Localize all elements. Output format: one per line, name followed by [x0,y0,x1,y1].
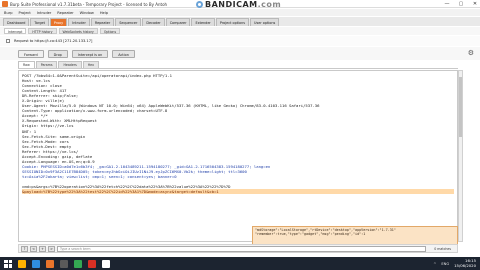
search-bar: ? < + > Type a search term 0 matches [18,244,458,253]
tab-extender[interactable]: Extender [191,18,215,26]
forward-button[interactable]: Forward [18,49,44,58]
proxy-tab-options[interactable]: Options [99,28,121,34]
intercept-action-bar: Forward Drop Intercept is on Action ⚙ [0,47,480,60]
tab-proxy[interactable]: Proxy [49,18,68,26]
gear-icon[interactable]: ⚙ [468,49,474,57]
editor-tab-hex[interactable]: Hex [82,61,99,68]
clock-date: 15/06/2020 [454,262,476,268]
bandicam-text: BANDICAM.com [205,0,282,9]
menu-intruder[interactable]: Intruder [37,11,51,15]
burp-logo-icon [2,1,8,7]
taskbar-app-icon[interactable] [18,259,26,268]
menu-repeater[interactable]: Repeater [57,11,73,15]
message-editor-tabs: Raw Params Headers Hex [18,61,458,69]
editor-tab-params[interactable]: Params [35,61,58,68]
windows-taskbar: ^ ENG 16:15 15/06/2020 [0,257,480,270]
title-bar: Burp Suite Professional v1.7.31beta - Te… [0,0,480,9]
tab-intruder[interactable]: Intruder [68,18,90,26]
menu-help[interactable]: Help [100,11,108,15]
language-indicator[interactable]: ENG [441,262,449,266]
proxy-subtab-bar: Intercept HTTP history WebSockets history O… [0,27,480,35]
clock[interactable]: 16:15 15/06/2020 [454,258,476,268]
proxy-tab-intercept[interactable]: Intercept [4,28,27,34]
lock-icon [6,39,10,43]
tab-dashboard[interactable]: Dashboard [3,18,30,26]
request-target: Request to https://t.co:443 [271.20.133.… [14,39,93,43]
menu-window[interactable]: Window [80,11,94,15]
taskbar-apps [18,259,110,268]
tray-expand-icon[interactable]: ^ [433,262,436,266]
menu-project[interactable]: Project [19,11,31,15]
action-button[interactable]: Action [112,49,135,58]
bandicam-watermark: BANDICAM.com [196,0,282,9]
taskbar-app-icon[interactable] [32,259,40,268]
tab-sequencer[interactable]: Sequencer [115,18,142,26]
bandicam-logo-icon [196,0,203,8]
minimize-button[interactable]: — [444,1,450,7]
taskbar-app-icon[interactable] [102,259,110,268]
proxy-tab-websockets-history[interactable]: WebSockets history [58,28,98,34]
next-button[interactable]: > [48,245,55,252]
editor-tab-raw[interactable]: Raw [18,61,35,68]
menu-burp[interactable]: Burp [4,11,13,15]
request-line[interactable] [22,204,454,209]
tab-project-options[interactable]: Project options [215,18,249,26]
tab-repeater[interactable]: Repeater [90,18,115,26]
window-controls: — ▢ ✕ [444,0,478,8]
taskbar-app-icon[interactable] [60,259,68,268]
taskbar-app-icon[interactable] [74,259,82,268]
system-tray: ^ ENG 16:15 15/06/2020 [433,257,476,270]
tool-tab-bar: Dashboard Target Proxy Intruder Repeater Sequ… [0,17,480,26]
scrollbar-thumb[interactable] [459,77,462,137]
autocomplete-popup[interactable]: "mdStorage":"LocalStorage","rtDevice":"d… [252,226,458,245]
tab-decoder[interactable]: Decoder [142,18,165,26]
drop-button[interactable]: Drop [47,49,68,58]
editor-scrollbar[interactable] [458,70,463,242]
options-button[interactable]: + [39,245,46,252]
autocomplete-line[interactable]: "remember":true,"type":"gadget","msg":"p… [255,232,455,236]
editor-tab-headers[interactable]: Headers [58,61,82,68]
proxy-tab-http-history[interactable]: HTTP history [28,28,57,34]
window-title: Burp Suite Professional v1.7.31beta - Te… [10,1,168,7]
menu-bar: Burp Project Intruder Repeater Window He… [0,9,480,16]
taskbar-app-icon[interactable] [46,259,54,268]
previous-button[interactable]: < [30,245,37,252]
match-count: 0 matches [434,246,451,251]
windows-start-icon[interactable] [4,259,12,268]
search-input[interactable]: Type a search term [57,245,427,252]
tab-comparer[interactable]: Comparer [165,18,191,26]
close-button[interactable]: ✕ [472,1,478,7]
tab-user-options[interactable]: User options [250,18,280,26]
maximize-button[interactable]: ▢ [458,1,464,7]
tab-target[interactable]: Target [30,18,49,26]
request-info-bar: Request to https://t.co:443 [271.20.133.… [0,36,480,46]
taskbar-app-icon[interactable] [88,259,96,268]
intercept-toggle-button[interactable]: Intercept is on [71,49,109,58]
help-button[interactable]: ? [21,245,28,252]
request-editor[interactable]: POST /?bbs64=1.0&ParentSuite=/api/operat… [18,70,458,242]
